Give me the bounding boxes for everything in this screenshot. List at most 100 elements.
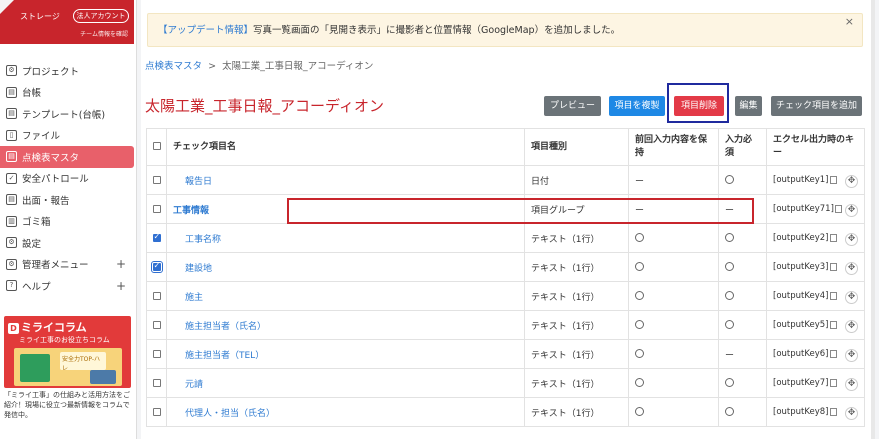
sidebar-item-patrol[interactable]: ✓ 安全パトロール — [0, 168, 134, 190]
row-checkbox[interactable] — [152, 407, 161, 416]
item-name-link[interactable]: 工事名称 — [173, 232, 221, 245]
table-row[interactable]: 代理人・担当（氏名） テキスト（1行） [outputKey8] ✥ — [146, 397, 865, 427]
table-row[interactable]: 工事名称 テキスト（1行） [outputKey2] ✥ — [146, 223, 865, 253]
row-checkbox[interactable] — [152, 232, 161, 242]
item-type-cell: テキスト（1行） — [524, 223, 629, 253]
drag-handle-icon[interactable]: ✥ — [845, 175, 858, 188]
page-title: 太陽工業_工事日報_アコーディオン — [145, 97, 384, 115]
col-header-excel-key[interactable]: エクセル出力時のキー — [766, 128, 865, 166]
keep-previous-cell — [628, 252, 719, 282]
keep-previous-cell — [628, 223, 719, 253]
row-checkbox[interactable] — [152, 320, 161, 329]
circle-mark-icon — [635, 262, 644, 271]
sidebar-item-project[interactable]: ⚙ プロジェクト — [0, 60, 134, 82]
sidebar-item-template[interactable]: ▤ テンプレート(台帳) — [0, 103, 134, 125]
breadcrumb-link[interactable]: 点検表マスタ — [145, 61, 202, 72]
drag-handle-icon[interactable]: ✥ — [845, 262, 858, 275]
team-info-link[interactable]: チーム情報を確認 — [80, 29, 128, 38]
item-name-link[interactable]: 報告日 — [173, 174, 212, 187]
drag-handle-icon[interactable]: ✥ — [845, 407, 858, 420]
sidebar-item-checklist[interactable]: ▤ 点検表マスタ — [0, 146, 134, 168]
excel-key-cell: [outputKey5] ✥ — [766, 310, 865, 340]
row-checkbox[interactable] — [152, 349, 161, 358]
column-banner[interactable]: D ミライコラム ミライ工事のお役立ちコラム 安全力TOP-ハレ — [4, 316, 131, 388]
keep-previous-cell — [628, 397, 719, 427]
sidebar-item-help[interactable]: ? ヘルプ + — [0, 275, 134, 297]
col-header-required[interactable]: 入力必須 — [718, 128, 767, 166]
checkbox-cell — [146, 165, 167, 195]
copy-icon[interactable] — [829, 291, 837, 300]
required-cell: ー — [718, 339, 767, 369]
excel-key-cell: [outputKey2] ✥ — [766, 223, 865, 253]
drag-handle-icon[interactable]: ✥ — [845, 378, 858, 391]
item-name-cell: 報告日 — [166, 165, 525, 195]
copy-icon[interactable] — [829, 378, 837, 387]
select-all-cell — [146, 128, 167, 166]
corporate-account-badge[interactable]: 法人アカウント — [73, 9, 129, 23]
required-cell — [718, 368, 767, 398]
copy-icon[interactable] — [829, 262, 837, 271]
item-name-link[interactable]: 代理人・担当（氏名） — [173, 406, 275, 419]
copy-icon[interactable] — [834, 204, 842, 213]
help-icon: ? — [6, 280, 17, 292]
item-name-link[interactable]: 建設地 — [173, 261, 212, 274]
copy-icon[interactable] — [829, 349, 837, 358]
copy-icon[interactable] — [829, 175, 837, 184]
required-cell — [718, 165, 767, 195]
row-checkbox[interactable] — [152, 175, 161, 184]
sidebar-item-report[interactable]: ▤ 出面・報告 — [0, 189, 134, 211]
item-name-link[interactable]: 施主担当者（TEL） — [173, 348, 264, 361]
col-header-type[interactable]: 項目種別 — [524, 128, 629, 166]
copy-icon[interactable] — [829, 407, 837, 416]
table-row[interactable]: 施主担当者（氏名） テキスト（1行） [outputKey5] ✥ — [146, 310, 865, 340]
drag-handle-icon[interactable]: ✥ — [845, 320, 858, 333]
table-row[interactable]: 施主担当者（TEL） テキスト（1行） ー [outputKey6] ✥ — [146, 339, 865, 369]
expand-plus-icon[interactable]: + — [116, 279, 126, 293]
item-name-link[interactable]: 施主 — [173, 290, 203, 303]
expand-plus-icon[interactable]: + — [116, 257, 126, 271]
keep-previous-cell — [628, 281, 719, 311]
sidebar-item-label: ファイル — [22, 131, 61, 143]
copy-icon[interactable] — [829, 320, 837, 329]
drag-handle-icon[interactable]: ✥ — [845, 291, 858, 304]
copy-icon[interactable] — [829, 233, 837, 242]
row-checkbox[interactable] — [152, 204, 161, 213]
table-row[interactable]: 元請 テキスト（1行） [outputKey7] ✥ — [146, 368, 865, 398]
sidebar-item-file[interactable]: ▯ ファイル — [0, 125, 134, 147]
close-icon[interactable]: × — [845, 5, 854, 39]
item-name-link[interactable]: 施主担当者（氏名） — [173, 319, 266, 332]
row-checkbox[interactable] — [152, 378, 161, 387]
dash-mark: ー — [635, 176, 645, 187]
row-checkbox[interactable] — [152, 291, 161, 300]
sidebar-item-gear[interactable]: ⚙ 設定 — [0, 232, 134, 254]
notice-tag[interactable]: 【アップデート情報】 — [158, 25, 253, 36]
edit-button[interactable]: 編集 — [735, 96, 762, 116]
table-row[interactable]: 施主 テキスト（1行） [outputKey4] ✥ — [146, 281, 865, 311]
sidebar-item-label: 点検表マスタ — [22, 152, 80, 164]
col-header-keep[interactable]: 前回入力内容を保持 — [628, 128, 719, 166]
preview-button[interactable]: プレビュー — [544, 96, 601, 116]
excel-key-cell: [outputKey3] ✥ — [766, 252, 865, 282]
item-name-link[interactable]: 元請 — [173, 377, 203, 390]
table-row[interactable]: 報告日 日付ー [outputKey1] ✥ — [146, 165, 865, 195]
copy-item-button[interactable]: 項目を複製 — [609, 96, 665, 116]
drag-handle-icon[interactable]: ✥ — [845, 233, 858, 246]
item-name-link[interactable]: 工事情報 — [173, 203, 209, 216]
banner-subtitle: ミライ工事のお役立ちコラム — [19, 336, 110, 344]
sidebar-item-ledger[interactable]: ▤ 台帳 — [0, 82, 134, 104]
item-type-cell: 日付 — [524, 165, 629, 195]
storage-label[interactable]: ストレージ — [20, 11, 60, 22]
sidebar-item-admin[interactable]: ⚙ 管理者メニュー + — [0, 254, 134, 276]
table-row[interactable]: 建設地 テキスト（1行） [outputKey3] ✥ — [146, 252, 865, 282]
keep-previous-cell: ー — [628, 165, 719, 195]
row-checkbox[interactable] — [150, 260, 163, 273]
scrollbar[interactable] — [871, 0, 875, 439]
circle-mark-icon — [635, 320, 644, 329]
select-all-checkbox[interactable] — [152, 142, 161, 150]
col-header-name[interactable]: チェック項目名 — [166, 128, 525, 166]
sidebar-item-trash[interactable]: ▥ ゴミ箱 — [0, 211, 134, 233]
drag-handle-icon[interactable]: ✥ — [845, 204, 858, 217]
drag-handle-icon[interactable]: ✥ — [845, 349, 858, 362]
sidebar-item-label: 出面・報告 — [22, 195, 70, 207]
add-check-item-button[interactable]: チェック項目を追加 — [771, 96, 862, 116]
